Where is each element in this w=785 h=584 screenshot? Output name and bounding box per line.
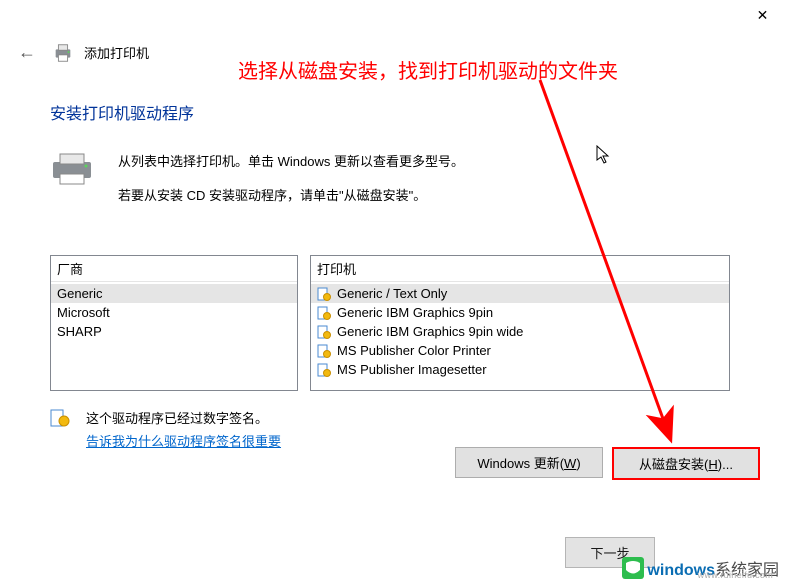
signed-driver-icon — [317, 344, 331, 358]
list-item[interactable]: Generic — [51, 284, 297, 303]
printer-large-icon — [50, 152, 94, 186]
info-line-1: 从列表中选择打印机。单击 Windows 更新以查看更多型号。 — [118, 152, 464, 172]
windows-update-button[interactable]: Windows 更新(W) — [455, 447, 603, 478]
signed-driver-icon — [317, 306, 331, 320]
list-item[interactable]: MS Publisher Imagesetter — [311, 360, 729, 379]
signed-driver-icon — [317, 325, 331, 339]
close-button[interactable]: ✕ — [740, 0, 785, 30]
signed-driver-icon — [317, 363, 331, 377]
info-text: 从列表中选择打印机。单击 Windows 更新以查看更多型号。 若要从安装 CD… — [118, 152, 464, 219]
list-item[interactable]: Generic / Text Only — [311, 284, 729, 303]
list-item[interactable]: Microsoft — [51, 303, 297, 322]
signed-driver-icon — [317, 287, 331, 301]
printer-icon — [52, 42, 74, 64]
list-item[interactable]: Generic IBM Graphics 9pin — [311, 303, 729, 322]
signature-status: 这个驱动程序已经过数字签名。 — [86, 407, 281, 430]
info-line-2: 若要从安装 CD 安装驱动程序，请单击"从磁盘安装"。 — [118, 186, 464, 206]
section-title: 安装打印机驱动程序 — [50, 100, 740, 124]
back-arrow[interactable]: ← — [12, 40, 42, 65]
list-item[interactable]: Generic IBM Graphics 9pin wide — [311, 322, 729, 341]
watermark: windows系统家园 www.ruiheifu.com — [622, 556, 779, 580]
printer-header: 打印机 — [311, 256, 729, 282]
mouse-cursor-icon — [596, 145, 612, 165]
annotation-text: 选择从磁盘安装，找到打印机驱动的文件夹 — [238, 55, 618, 84]
manufacturer-header: 厂商 — [51, 256, 297, 282]
watermark-logo-icon — [622, 557, 644, 579]
have-disk-button[interactable]: 从磁盘安装(H)... — [612, 447, 760, 480]
wizard-header: ← 添加打印机 — [12, 40, 149, 65]
list-item[interactable]: SHARP — [51, 322, 297, 341]
list-item[interactable]: MS Publisher Color Printer — [311, 341, 729, 360]
manufacturer-listbox[interactable]: 厂商 Generic Microsoft SHARP — [50, 255, 298, 391]
certificate-icon — [50, 409, 70, 427]
printer-listbox[interactable]: 打印机 Generic / Text Only Generic IBM Grap… — [310, 255, 730, 391]
signature-info-link[interactable]: 告诉我为什么驱动程序签名很重要 — [86, 434, 281, 449]
wizard-title: 添加打印机 — [84, 43, 149, 62]
